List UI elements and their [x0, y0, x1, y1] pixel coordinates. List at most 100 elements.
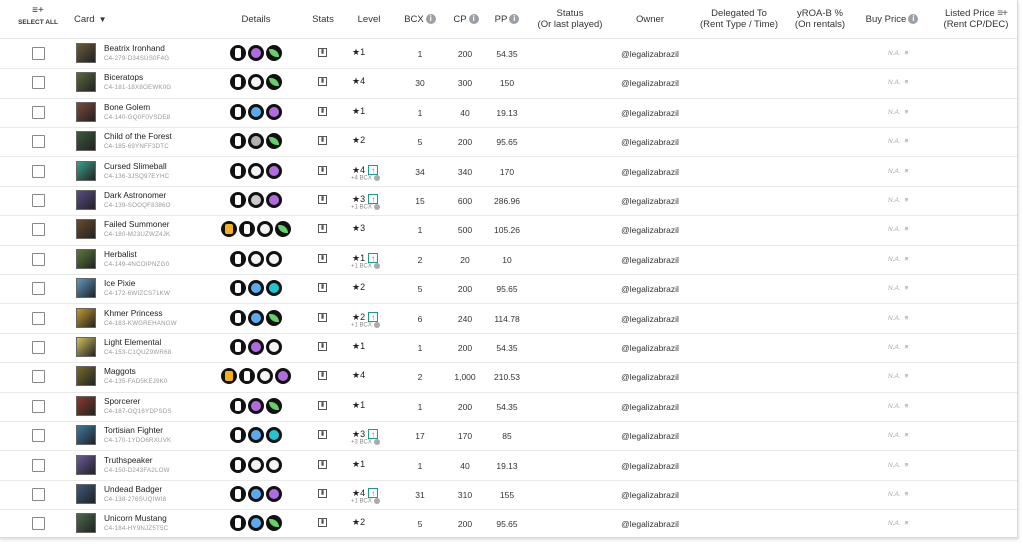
info-icon[interactable]: i: [425, 14, 436, 24]
card-thumbnail[interactable]: [76, 43, 96, 63]
table-row[interactable]: Ice Pixie C4-172-6WIZCS71KW ▮ ★2 5 200 9…: [0, 274, 1017, 305]
card-name[interactable]: Biceratops: [104, 72, 143, 82]
list-icon[interactable]: ≡: [905, 197, 909, 204]
card-thumbnail[interactable]: [76, 101, 96, 122]
card-name[interactable]: Herbalist: [104, 249, 137, 259]
stats-chart-icon[interactable]: ▮: [318, 77, 327, 87]
card-thumbnail[interactable]: [76, 248, 96, 269]
list-icon[interactable]: ≡: [905, 109, 909, 116]
level-up-icon[interactable]: ↑: [368, 488, 379, 498]
owner-value[interactable]: @legalizabrazil: [600, 314, 700, 324]
row-checkbox[interactable]: [32, 252, 45, 266]
row-checkbox[interactable]: [32, 399, 45, 413]
table-row[interactable]: Sporcerer C4-187-OQ16YDPSDS ▮ ★1 1 200 5…: [0, 392, 1017, 423]
info-icon[interactable]: i: [908, 14, 919, 24]
row-checkbox[interactable]: [32, 76, 45, 90]
list-icon[interactable]: ≡: [905, 432, 909, 439]
row-checkbox[interactable]: [32, 458, 45, 472]
level-up-icon[interactable]: ↑: [368, 311, 379, 322]
table-row[interactable]: Truthspeaker C4-150-D243FA2LOW ▮ ★1 1 40…: [0, 451, 1017, 481]
card-name[interactable]: Child of the Forest: [104, 131, 172, 141]
table-row[interactable]: Unicorn Mustang C4-184-HY9NJZ5T5C ▮ ★2 5…: [0, 509, 1017, 540]
card-name[interactable]: Maggots: [104, 366, 136, 376]
card-thumbnail[interactable]: [76, 484, 96, 504]
stats-chart-icon[interactable]: ▮: [318, 283, 327, 293]
table-row[interactable]: Dark Astronomer C4-139-SOOQF8386O ▮ ★3 ↑ …: [0, 186, 1017, 217]
stats-chart-icon[interactable]: ▮: [318, 489, 327, 498]
info-icon[interactable]: [373, 174, 380, 181]
list-icon[interactable]: ≡: [905, 520, 909, 527]
level-up-icon[interactable]: ↑: [368, 429, 379, 440]
owner-value[interactable]: @legalizabrazil: [600, 137, 700, 147]
list-icon[interactable]: ≡: [905, 138, 909, 145]
owner-value[interactable]: @legalizabrazil: [600, 284, 700, 294]
card-thumbnail[interactable]: [76, 190, 96, 210]
list-icon[interactable]: ≡: [905, 373, 909, 380]
stats-chart-icon[interactable]: ▮: [318, 253, 327, 263]
card-thumbnail[interactable]: [76, 337, 96, 357]
card-name[interactable]: Truthspeaker: [104, 455, 153, 465]
info-icon[interactable]: [373, 262, 380, 269]
owner-value[interactable]: @legalizabrazil: [600, 402, 700, 412]
stats-chart-icon[interactable]: ▮: [318, 195, 327, 204]
owner-value[interactable]: @legalizabrazil: [600, 490, 700, 500]
level-up-icon[interactable]: ↑: [368, 194, 379, 204]
card-thumbnail[interactable]: [76, 131, 96, 152]
owner-value[interactable]: @legalizabrazil: [600, 108, 700, 118]
row-checkbox[interactable]: [32, 341, 45, 354]
bcx-header[interactable]: BCX i: [400, 0, 440, 38]
stats-chart-icon[interactable]: ▮: [318, 371, 327, 381]
stats-chart-icon[interactable]: ▮: [318, 48, 327, 57]
stats-chart-icon[interactable]: ▮: [318, 459, 327, 469]
owner-value[interactable]: @legalizabrazil: [600, 225, 700, 235]
list-icon[interactable]: ≡: [905, 462, 909, 469]
card-name[interactable]: Tortisian Fighter: [104, 425, 163, 435]
pp-header[interactable]: PP i: [490, 0, 524, 38]
info-icon[interactable]: [373, 204, 380, 210]
card-name[interactable]: Beatrix Ironhand: [104, 43, 165, 53]
row-checkbox[interactable]: [32, 105, 45, 119]
table-row[interactable]: Herbalist C4-149-4NCOIPNZG0 ▮ ★1 ↑ +1 BCX…: [0, 245, 1017, 276]
stats-chart-icon[interactable]: ▮: [318, 518, 327, 528]
filter-icon[interactable]: ≡+: [997, 8, 1008, 19]
card-thumbnail[interactable]: [76, 454, 96, 475]
table-row[interactable]: Light Elemental C4-153-C1QUZ9WR68 ▮ ★1 1…: [0, 333, 1017, 364]
owner-value[interactable]: @legalizabrazil: [600, 49, 700, 59]
list-icon[interactable]: ≡: [905, 285, 909, 292]
card-thumbnail[interactable]: [76, 160, 96, 181]
card-name[interactable]: Cursed Slimeball: [104, 161, 167, 171]
list-icon[interactable]: ≡: [905, 79, 909, 86]
stats-chart-icon[interactable]: ▮: [318, 224, 327, 234]
info-icon[interactable]: [373, 321, 380, 328]
list-icon[interactable]: ≡: [905, 491, 909, 498]
owner-value[interactable]: @legalizabrazil: [600, 255, 700, 265]
level-header[interactable]: Level: [350, 0, 388, 38]
card-thumbnail[interactable]: [76, 278, 96, 299]
row-checkbox[interactable]: [32, 47, 45, 60]
table-row[interactable]: Cursed Slimeball C4-136-3JSQ97EYHC ▮ ★4 ↑…: [0, 157, 1017, 187]
stats-chart-icon[interactable]: ▮: [318, 430, 327, 440]
stats-chart-icon[interactable]: ▮: [318, 165, 327, 175]
card-name[interactable]: Unicorn Mustang: [104, 513, 167, 523]
card-thumbnail[interactable]: [76, 219, 96, 240]
table-row[interactable]: Maggots C4-135-FAD5KEJ9K0 ▮ ★4 2 1,000 2…: [0, 362, 1017, 393]
select-all-button[interactable]: ≡+ SELECT ALL: [14, 5, 62, 26]
owner-value[interactable]: @legalizabrazil: [600, 78, 700, 88]
row-checkbox[interactable]: [32, 370, 45, 384]
owner-value[interactable]: @legalizabrazil: [600, 167, 700, 177]
stats-chart-icon[interactable]: ▮: [318, 136, 327, 146]
row-checkbox[interactable]: [32, 282, 45, 296]
card-name[interactable]: Sporcerer: [104, 396, 140, 406]
table-row[interactable]: Failed Summoner C4-180-M23UZWZ4JK ▮ ★3 1…: [0, 215, 1017, 246]
list-icon[interactable]: ≡: [905, 50, 909, 57]
row-checkbox[interactable]: [32, 194, 45, 207]
list-icon[interactable]: ≡: [905, 226, 909, 233]
status-header[interactable]: Status (Or last played): [530, 0, 610, 38]
card-column-header[interactable]: Card ▼: [74, 0, 114, 38]
level-up-icon[interactable]: ↑: [368, 164, 379, 175]
table-row[interactable]: Bone Golem C4-140-GQ0F0VSDE8 ▮ ★1 1 40 1…: [0, 98, 1017, 129]
table-row[interactable]: Biceratops C4-181-18X8OEWK0G ▮ ★4 30 300…: [0, 68, 1017, 99]
cp-header[interactable]: CP i: [448, 0, 484, 38]
table-row[interactable]: Tortisian Fighter C4-170-1YDO6RXUVK ▮ ★3…: [0, 421, 1017, 452]
card-name[interactable]: Bone Golem: [104, 102, 150, 112]
